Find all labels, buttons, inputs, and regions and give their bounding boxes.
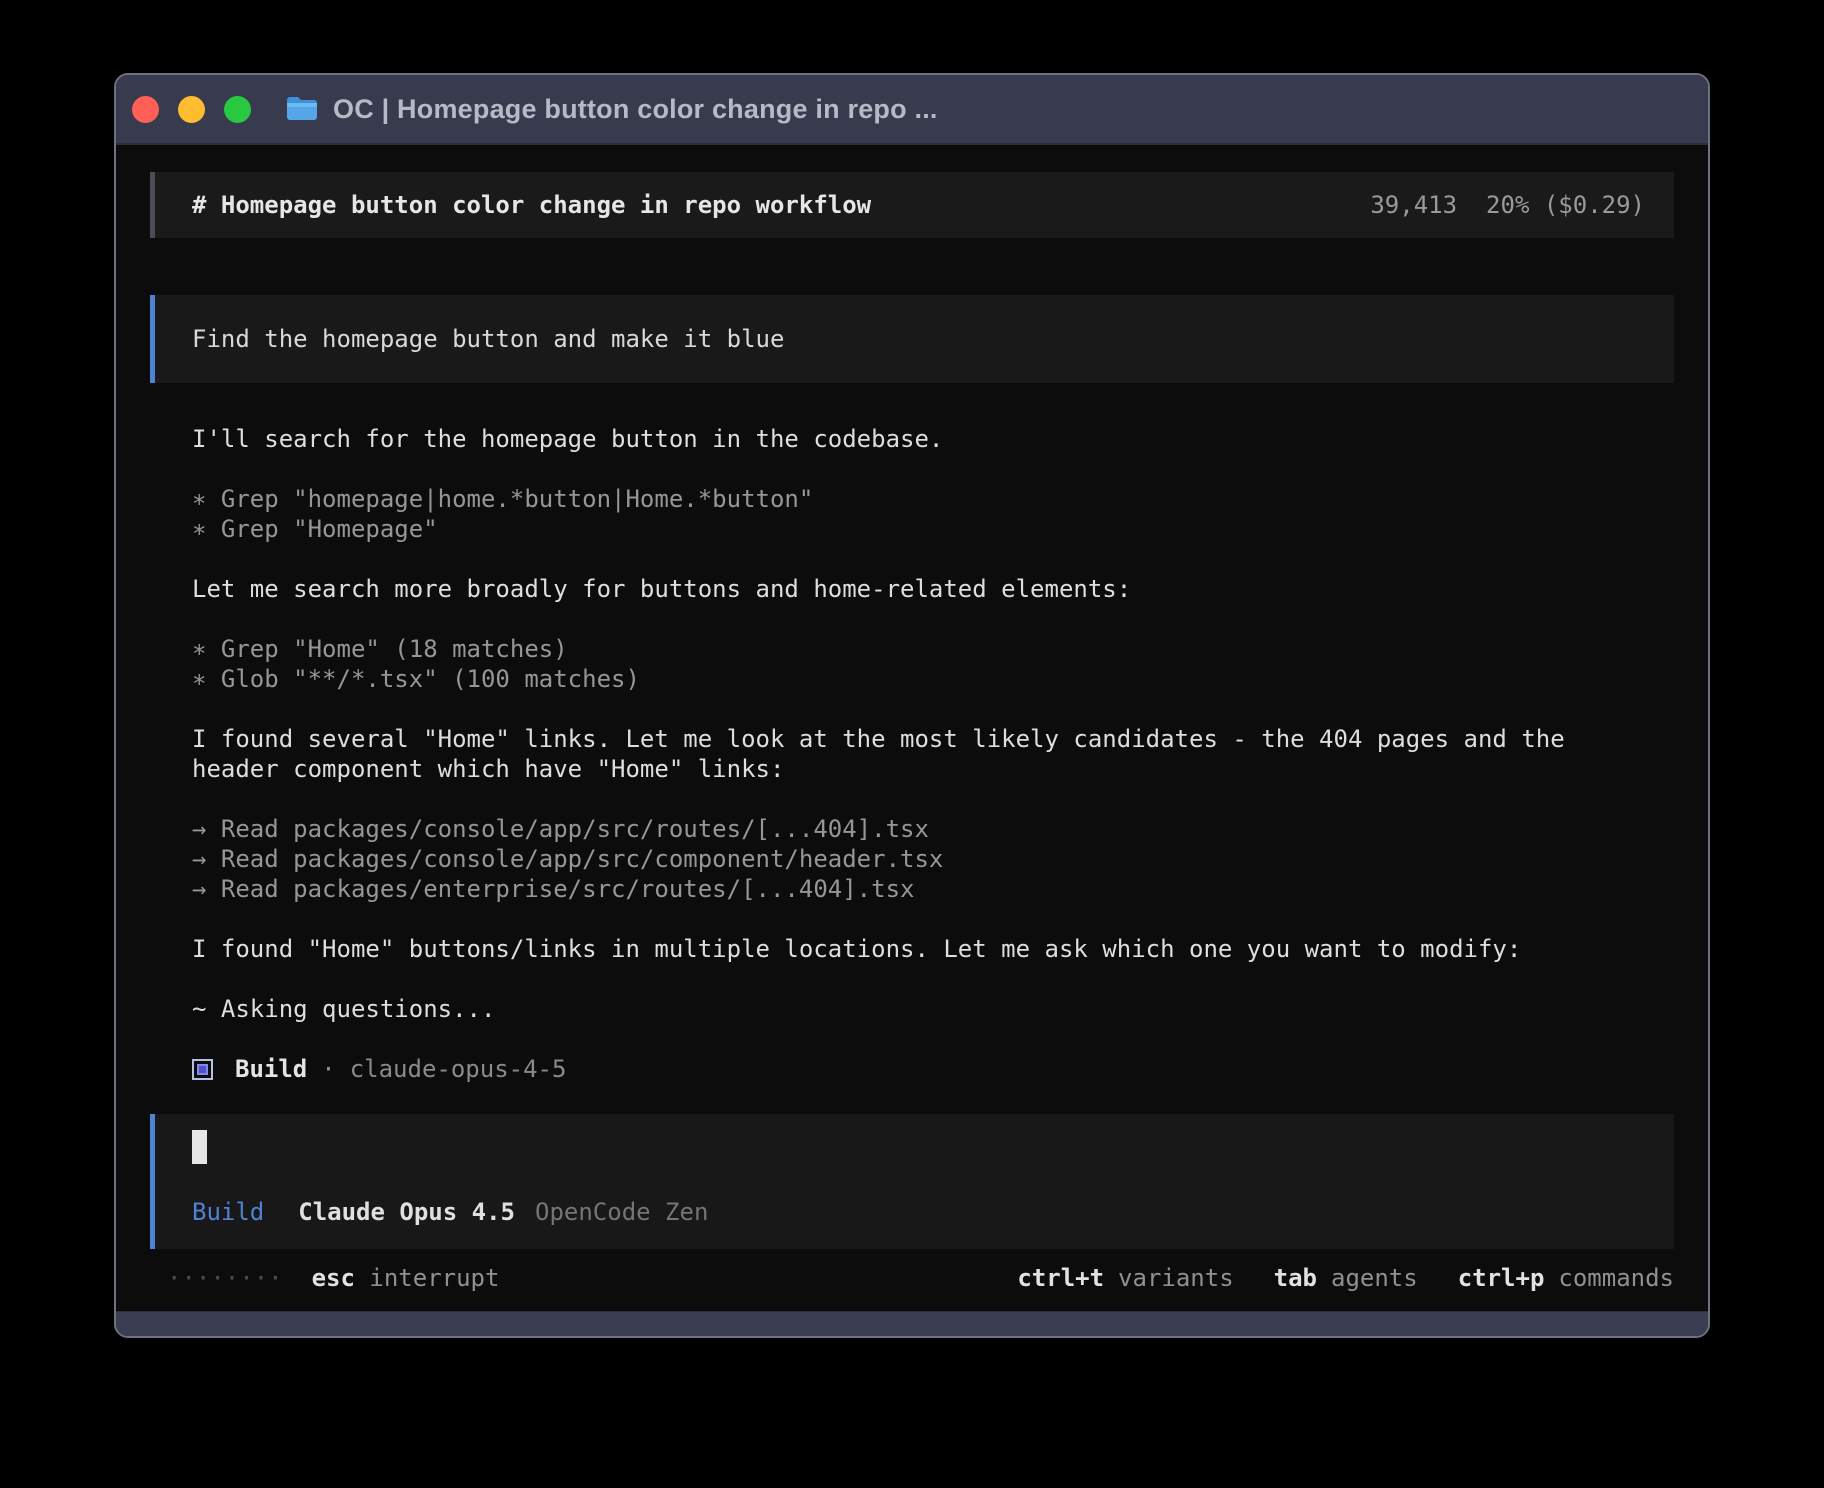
assistant-text-line: ~ Asking questions... bbox=[192, 995, 496, 1023]
interrupt-hint: esc interrupt bbox=[312, 1263, 500, 1293]
tab-key-hint: tab bbox=[1273, 1264, 1317, 1292]
tool-call-line: → Read packages/enterprise/src/routes/[.… bbox=[192, 875, 915, 903]
tool-call-line: ∗ Grep "Homepage" bbox=[192, 515, 438, 543]
tool-call-line: ∗ Grep "Home" (18 matches) bbox=[192, 635, 568, 663]
ctrl-t-key-hint: ctrl+t bbox=[1017, 1264, 1105, 1292]
terminal-window: OC | Homepage button color change in rep… bbox=[114, 73, 1710, 1338]
variants-hint: ctrl+t variants bbox=[1017, 1264, 1234, 1292]
status-bar: ········ esc interrupt ctrl+t variants ta… bbox=[150, 1263, 1674, 1293]
prompt-input[interactable]: Build Claude Opus 4.5 OpenCode Zen bbox=[150, 1114, 1674, 1249]
agent-name: Build bbox=[235, 1055, 308, 1083]
desktop: OC | Homepage button color change in rep… bbox=[0, 0, 1824, 1488]
user-message: Find the homepage button and make it blu… bbox=[150, 295, 1674, 383]
folder-icon bbox=[285, 95, 319, 123]
session-header: # Homepage button color change in repo w… bbox=[150, 172, 1674, 238]
spinner-dots: ········ bbox=[167, 1264, 283, 1292]
conversation-log: I'll search for the homepage button in t… bbox=[150, 424, 1674, 1054]
minimize-button[interactable] bbox=[178, 95, 205, 123]
commands-hint: ctrl+p commands bbox=[1457, 1264, 1674, 1292]
input-cursor bbox=[192, 1130, 207, 1164]
window-footer-chrome bbox=[116, 1311, 1708, 1336]
close-button[interactable] bbox=[132, 95, 159, 123]
ctrl-p-key-hint: ctrl+p bbox=[1457, 1264, 1545, 1292]
user-message-text: Find the homepage button and make it blu… bbox=[192, 325, 785, 353]
agent-model-name: claude-opus-4-5 bbox=[349, 1055, 567, 1083]
context-cost: 20% ($0.29) bbox=[1486, 191, 1645, 219]
input-model-label: Claude Opus 4.5 bbox=[298, 1198, 515, 1226]
agent-badge: Build · claude-opus-4-5 bbox=[150, 1054, 1674, 1084]
input-meta: Build Claude Opus 4.5 OpenCode Zen bbox=[192, 1197, 1645, 1227]
badge-separator: · bbox=[321, 1055, 336, 1083]
agent-build-icon bbox=[192, 1058, 213, 1080]
traffic-lights bbox=[132, 95, 251, 123]
agents-hint: tab agents bbox=[1273, 1264, 1418, 1292]
window-title: OC | Homepage button color change in rep… bbox=[333, 93, 938, 124]
assistant-text-line: Let me search more broadly for buttons a… bbox=[192, 575, 1132, 603]
zoom-button[interactable] bbox=[224, 95, 251, 123]
tool-call-line: → Read packages/console/app/src/routes/[… bbox=[192, 815, 929, 843]
tool-call-line: → Read packages/console/app/src/componen… bbox=[192, 845, 944, 873]
esc-key-hint: esc bbox=[311, 1264, 355, 1292]
session-stats: 39,413 20% ($0.29) bbox=[1370, 191, 1645, 219]
token-count: 39,413 bbox=[1370, 191, 1458, 219]
assistant-text-line: I found "Home" buttons/links in multiple… bbox=[192, 935, 1522, 963]
provider-label: OpenCode Zen bbox=[535, 1198, 709, 1226]
session-title: # Homepage button color change in repo w… bbox=[192, 191, 872, 219]
title-bar: OC | Homepage button color change in rep… bbox=[116, 75, 1708, 145]
assistant-text-line: header component which have "Home" links… bbox=[192, 755, 785, 783]
mode-label: Build bbox=[192, 1198, 265, 1226]
assistant-text-line: I'll search for the homepage button in t… bbox=[192, 425, 944, 453]
terminal-content: # Homepage button color change in repo w… bbox=[116, 145, 1708, 1311]
tool-call-line: ∗ Glob "**/*.tsx" (100 matches) bbox=[192, 665, 640, 693]
tool-call-line: ∗ Grep "homepage|home.*button|Home.*butt… bbox=[192, 485, 814, 513]
assistant-text-line: I found several "Home" links. Let me loo… bbox=[192, 725, 1565, 753]
interrupt-label: interrupt bbox=[369, 1264, 500, 1292]
shortcut-hints: ctrl+t variants tab agents ctrl+p commands bbox=[1017, 1263, 1674, 1293]
